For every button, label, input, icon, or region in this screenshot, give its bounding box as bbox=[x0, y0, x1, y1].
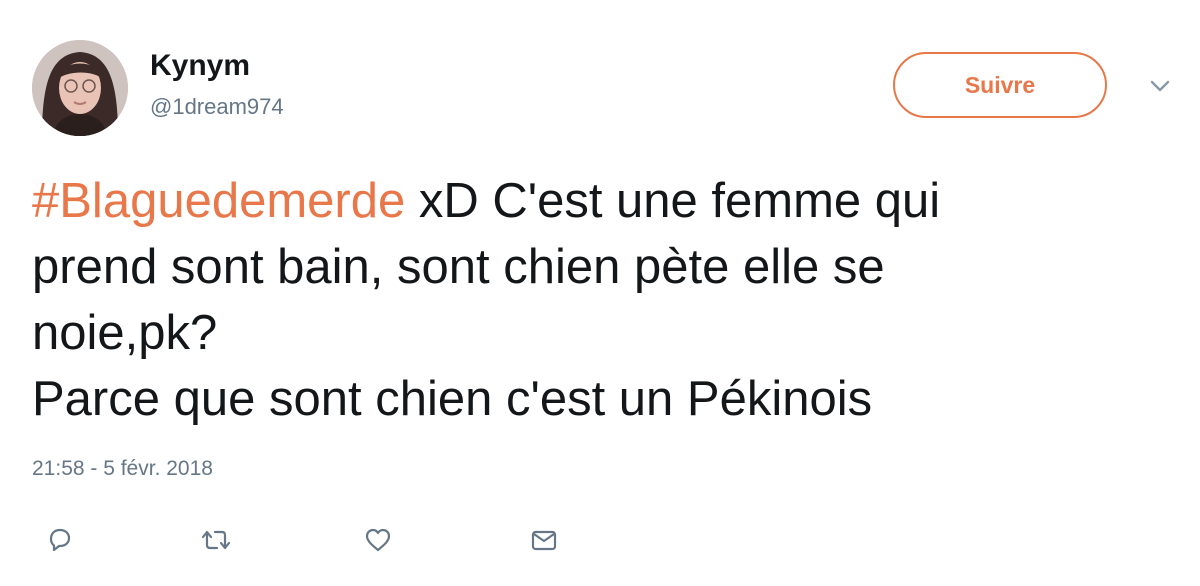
direct-message-icon[interactable] bbox=[522, 518, 566, 562]
tweet-line-4: Parce que sont chien c'est un Pékinois bbox=[32, 372, 873, 426]
retweet-icon[interactable] bbox=[194, 518, 238, 562]
tweet-timestamp[interactable]: 21:58 - 5 févr. 2018 bbox=[32, 456, 213, 482]
like-icon[interactable] bbox=[356, 518, 400, 562]
display-name[interactable]: Kynym bbox=[150, 48, 250, 84]
chevron-down-icon[interactable] bbox=[1146, 76, 1174, 96]
reply-icon[interactable] bbox=[38, 518, 82, 562]
tweet-text: #Blaguedemerde xD C'est une femme qui pr… bbox=[32, 168, 1152, 432]
hashtag-link[interactable]: #Blaguedemerde bbox=[32, 174, 405, 228]
tweet-line-3: noie,pk? bbox=[32, 306, 218, 360]
avatar[interactable] bbox=[32, 40, 128, 136]
user-handle[interactable]: @1dream974 bbox=[150, 94, 284, 120]
tweet-card: Kynym @1dream974 Suivre #Blaguedemerde x… bbox=[0, 0, 1200, 586]
follow-button[interactable]: Suivre bbox=[893, 52, 1107, 118]
tweet-line-1-text: xD C'est une femme qui bbox=[405, 174, 941, 228]
tweet-line-2: prend sont bain, sont chien pète elle se bbox=[32, 240, 885, 294]
tweet-line-1: #Blaguedemerde xD C'est une femme qui bbox=[32, 168, 1152, 234]
